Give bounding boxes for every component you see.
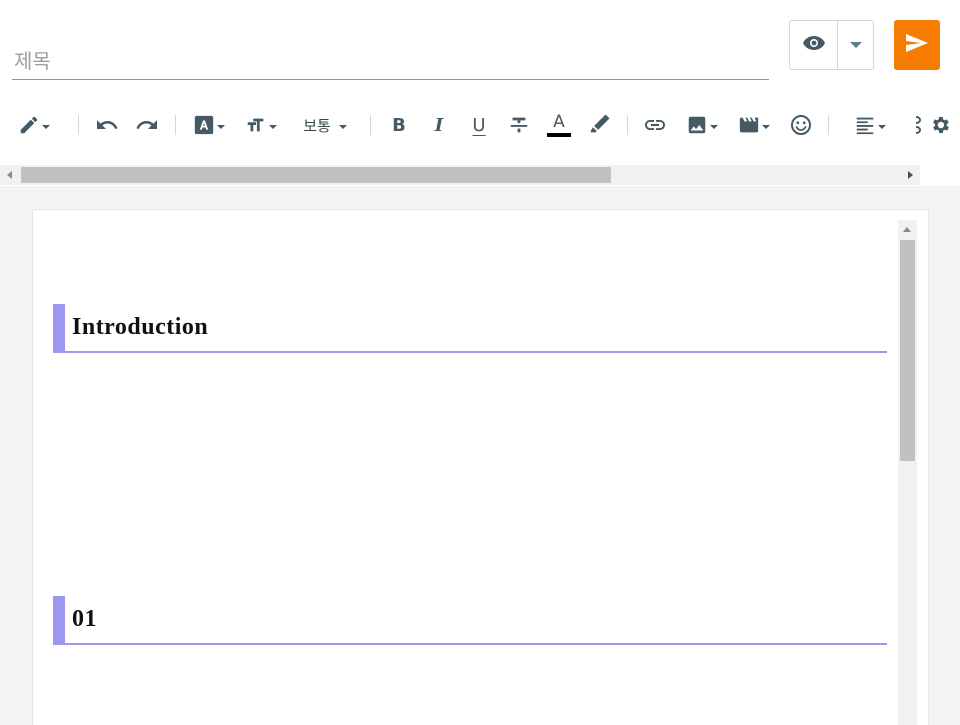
toolbar-divider	[175, 115, 176, 135]
toolbar-divider	[370, 115, 371, 135]
toolbar-horizontal-scrollbar[interactable]	[0, 165, 920, 185]
pencil-mode-button[interactable]	[12, 104, 56, 146]
chevron-down-icon	[269, 124, 277, 129]
strikethrough-icon	[508, 114, 530, 136]
toolbar-divider	[828, 115, 829, 135]
undo-icon	[95, 113, 119, 137]
underline-label: U	[472, 114, 486, 136]
undo-button[interactable]	[92, 104, 122, 146]
text-box-icon	[193, 114, 215, 136]
preview-options-dropdown[interactable]	[838, 21, 873, 69]
publish-button[interactable]	[894, 20, 940, 70]
more-icon	[910, 114, 922, 136]
text-style-button[interactable]	[188, 104, 230, 146]
preview-button-group	[789, 20, 874, 70]
paragraph-style-dropdown[interactable]: 보통	[294, 104, 356, 146]
caret-down-icon	[849, 42, 862, 48]
heading-accent-bar	[53, 304, 65, 353]
eye-icon	[802, 35, 826, 56]
heading-text: 01	[72, 606, 97, 632]
title-field-wrapper	[12, 44, 769, 80]
chevron-down-icon	[878, 124, 886, 129]
scroll-right-arrow-icon[interactable]	[908, 171, 913, 179]
text-color-label: A	[553, 112, 565, 132]
toolbar-divider	[627, 115, 628, 135]
editor-vertical-scrollbar[interactable]	[898, 220, 917, 725]
underline-button[interactable]: U	[464, 104, 494, 146]
paragraph-style-label: 보통	[303, 116, 331, 135]
toolbar-divider	[78, 115, 79, 135]
align-button[interactable]	[848, 104, 892, 146]
chevron-down-icon	[217, 124, 225, 129]
heading-text: Introduction	[72, 314, 209, 340]
text-color-button[interactable]: A	[544, 104, 574, 146]
video-icon	[738, 114, 760, 136]
vertical-scroll-thumb[interactable]	[900, 240, 915, 461]
link-icon	[643, 113, 667, 137]
chevron-down-icon	[710, 124, 718, 129]
highlight-button[interactable]	[584, 104, 614, 146]
font-size-button[interactable]	[240, 104, 282, 146]
formatting-toolbar: 보통 B I U A	[0, 104, 960, 146]
italic-button[interactable]: I	[424, 104, 454, 146]
strikethrough-button[interactable]	[504, 104, 534, 146]
preview-button[interactable]	[790, 21, 838, 69]
horizontal-scroll-thumb[interactable]	[21, 167, 611, 183]
italic-label: I	[434, 114, 444, 136]
chevron-down-icon	[42, 124, 50, 129]
heading-accent-bar	[53, 596, 65, 645]
bold-label: B	[392, 114, 406, 136]
smiley-icon	[789, 113, 813, 137]
send-icon	[905, 33, 929, 58]
heading-block[interactable]: Introduction	[53, 304, 887, 353]
image-icon	[686, 114, 708, 136]
heading-block[interactable]: 01	[53, 596, 887, 645]
text-color-swatch	[547, 133, 571, 137]
chevron-down-icon	[338, 124, 347, 129]
scroll-up-arrow-icon[interactable]	[903, 227, 911, 232]
emoji-button[interactable]	[786, 104, 816, 146]
title-input[interactable]	[12, 44, 769, 78]
chevron-down-icon	[762, 124, 770, 129]
redo-button[interactable]	[132, 104, 162, 146]
pencil-icon	[18, 114, 40, 136]
scroll-left-arrow-icon[interactable]	[7, 171, 12, 179]
more-button[interactable]	[910, 104, 922, 146]
video-button[interactable]	[734, 104, 774, 146]
bold-button[interactable]: B	[384, 104, 414, 146]
marker-icon	[588, 114, 610, 136]
align-left-icon	[854, 114, 876, 136]
link-button[interactable]	[640, 104, 670, 146]
editor-content-area[interactable]	[32, 209, 929, 725]
image-button[interactable]	[682, 104, 722, 146]
font-size-icon	[245, 114, 267, 136]
gear-icon	[929, 114, 951, 136]
settings-button[interactable]	[926, 104, 954, 146]
redo-icon	[135, 113, 159, 137]
post-editor: 보통 B I U A	[0, 0, 960, 725]
